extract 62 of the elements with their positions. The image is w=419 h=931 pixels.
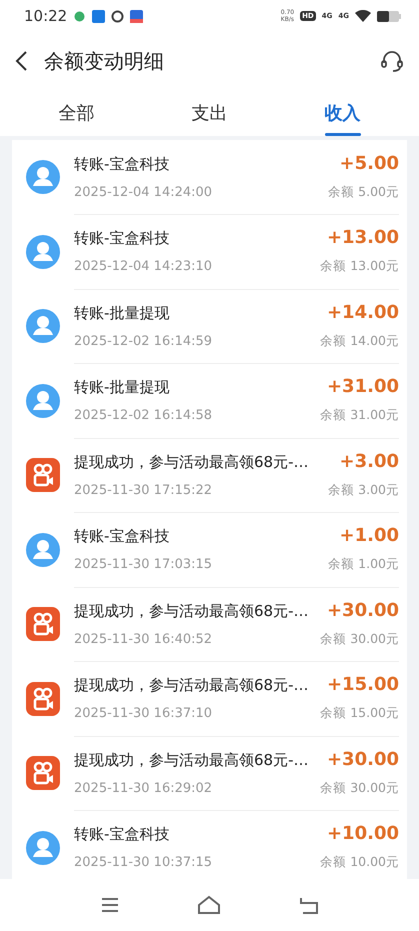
transaction-amount: +14.00 (326, 302, 399, 323)
transaction-time: 2025-11-30 16:29:02 (74, 780, 212, 796)
battery-icon (377, 10, 401, 22)
balance-text: 余额 31.00元 (320, 407, 399, 424)
transaction-amount: +10.00 (326, 823, 399, 844)
balance-text: 余额 13.00元 (320, 258, 399, 276)
person-avatar-icon (26, 309, 60, 344)
balance-text: 余额 5.00元 (328, 184, 399, 201)
transaction-title: 转账-批量提现 (74, 304, 170, 323)
transaction-amount: +3.00 (340, 450, 399, 472)
transaction-time: 2025-12-04 14:24:00 (74, 184, 212, 200)
transaction-title: 转账-宝盒科技 (74, 154, 170, 174)
person-avatar-icon (26, 160, 60, 194)
balance-text: 余额 30.00元 (320, 630, 399, 648)
tab[interactable]: 全部 (10, 90, 143, 136)
app-logo-icon (26, 607, 60, 642)
transaction-title: 提现成功，参与活动最高领68元-… (74, 676, 308, 696)
balance-text: 余额 3.00元 (328, 482, 399, 499)
balance-text: 余额 15.00元 (320, 705, 399, 722)
transaction-amount: +30.00 (326, 748, 399, 770)
transaction-title: 提现成功，参与活动最高领68元-… (74, 602, 308, 621)
person-avatar-icon (26, 532, 60, 567)
transaction-time: 2025-11-30 17:15:22 (74, 482, 212, 498)
transaction-amount: +15.00 (326, 674, 399, 696)
transaction-amount: +5.00 (340, 152, 399, 174)
headset-icon[interactable] (379, 48, 405, 74)
transaction-amount: +1.00 (340, 525, 399, 546)
person-avatar-icon (26, 234, 60, 269)
notification-icon (111, 10, 124, 22)
person-avatar-icon (26, 830, 60, 865)
transaction-time: 2025-11-30 17:03:15 (74, 557, 212, 572)
transaction-amount: +30.00 (326, 600, 399, 621)
transaction-time: 2025-11-30 16:37:10 (74, 706, 212, 722)
transaction-title: 转账-宝盒科技 (74, 825, 170, 844)
tab[interactable]: 支出 (143, 90, 276, 136)
app-logo-icon (26, 458, 60, 492)
transaction-time: 2025-11-30 16:40:52 (74, 632, 212, 647)
transaction-time: 2025-11-30 10:37:15 (74, 855, 212, 870)
balance-text: 余额 10.00元 (320, 854, 399, 872)
status-time: 10:22 (24, 7, 68, 25)
page-title: 余额变动明细 (44, 48, 165, 74)
app-logo-icon (26, 756, 60, 790)
balance-text: 余额 14.00元 (320, 332, 399, 350)
balance-text: 余额 30.00元 (320, 780, 399, 797)
notification-icon (130, 10, 144, 22)
app-logo-icon (26, 682, 60, 716)
transaction-time: 2025-12-02 16:14:59 (74, 334, 212, 349)
transaction-title: 转账-宝盒科技 (74, 229, 170, 248)
wifi-icon (355, 10, 371, 22)
tab[interactable]: 收入 (276, 90, 409, 136)
person-avatar-icon (26, 384, 60, 418)
balance-text: 余额 1.00元 (328, 556, 399, 574)
transaction-amount: +31.00 (326, 376, 399, 398)
transaction-title: 转账-批量提现 (74, 378, 170, 398)
notification-icon (73, 10, 86, 22)
transaction-time: 2025-12-04 14:23:10 (74, 259, 212, 274)
transaction-time: 2025-12-02 16:14:58 (74, 408, 212, 424)
notification-icon (92, 10, 106, 22)
transaction-title: 提现成功，参与活动最高领68元-… (74, 750, 308, 770)
transaction-title: 提现成功，参与活动最高领68元-… (74, 452, 308, 472)
transaction-amount: +13.00 (326, 227, 399, 248)
transaction-title: 转账-宝盒科技 (74, 527, 170, 546)
